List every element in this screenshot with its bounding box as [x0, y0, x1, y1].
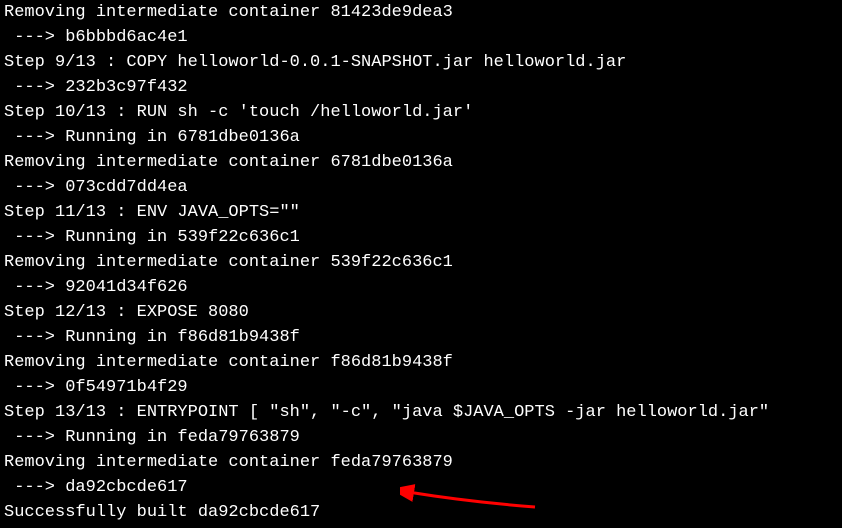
terminal-line: Step 11/13 : ENV JAVA_OPTS=""	[4, 200, 838, 225]
terminal-line: ---> 232b3c97f432	[4, 75, 838, 100]
terminal-line: Removing intermediate container 81423de9…	[4, 0, 838, 25]
terminal-line: ---> Running in feda79763879	[4, 425, 838, 450]
terminal-line: ---> 92041d34f626	[4, 275, 838, 300]
terminal-line: Step 10/13 : RUN sh -c 'touch /helloworl…	[4, 100, 838, 125]
terminal-line: Successfully built da92cbcde617	[4, 500, 838, 525]
terminal-line: Removing intermediate container 539f22c6…	[4, 250, 838, 275]
terminal-line: Removing intermediate container f86d81b9…	[4, 350, 838, 375]
terminal-line: Removing intermediate container feda7976…	[4, 450, 838, 475]
terminal-output: Removing intermediate container 81423de9…	[0, 0, 842, 528]
terminal-line: Step 13/13 : ENTRYPOINT [ "sh", "-c", "j…	[4, 400, 838, 425]
terminal-line: ---> b6bbbd6ac4e1	[4, 25, 838, 50]
terminal-line: ---> 073cdd7dd4ea	[4, 175, 838, 200]
terminal-line: Removing intermediate container 6781dbe0…	[4, 150, 838, 175]
terminal-line: ---> 0f54971b4f29	[4, 375, 838, 400]
terminal-line: Step 12/13 : EXPOSE 8080	[4, 300, 838, 325]
terminal-line: ---> Running in 6781dbe0136a	[4, 125, 838, 150]
terminal-line: Step 9/13 : COPY helloworld-0.0.1-SNAPSH…	[4, 50, 838, 75]
terminal-line: ---> Running in 539f22c636c1	[4, 225, 838, 250]
terminal-line: ---> da92cbcde617	[4, 475, 838, 500]
terminal-line: ---> Running in f86d81b9438f	[4, 325, 838, 350]
